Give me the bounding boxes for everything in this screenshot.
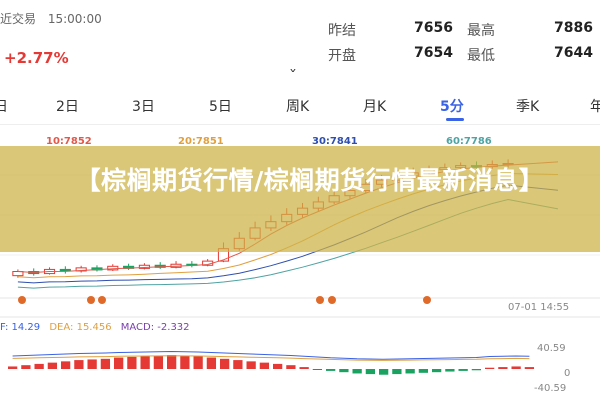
macd-value-label: MACD: -2.332 [120,322,190,333]
macd-bar [127,356,137,369]
macd-bar [34,363,44,369]
macd-bar [405,369,415,374]
macd-bar [339,369,349,373]
event-marker [423,296,431,304]
macd-bar [352,369,362,374]
event-marker [98,296,106,304]
macd-bar [471,369,482,371]
macd-bar [524,367,535,369]
macd-bar [47,362,58,369]
macd-bar [365,369,376,375]
macd-bar [432,369,442,373]
macd-bar [246,361,256,369]
macd-bar [259,362,270,369]
macd-dea-label: DEA: 15.456 [49,322,112,333]
macd-bar [299,367,309,369]
macd-bar [498,367,508,369]
event-marker [18,296,26,304]
macd-bar [114,357,124,369]
macd-axis-zero: 0 [564,368,571,379]
macd-bar [21,365,31,369]
macd-legend: F: 14.29 DEA: 15.456 MACD: -2.332 [0,322,196,333]
macd-bar [193,356,203,369]
macd-bar [74,360,84,369]
event-marker [316,296,324,304]
macd-bar [418,369,429,373]
banner-title: 【棕榈期货行情/棕榈期货行情最新消息】 [75,166,545,195]
macd-bar [445,369,455,372]
macd-bar [485,367,495,369]
macd-bar [379,369,389,375]
macd-bar [180,355,190,369]
chart-timestamp: 07-01 14:55 [508,302,570,313]
macd-bar [153,355,164,369]
macd-bar [167,355,177,369]
macd-bar [273,363,283,369]
macd-axis-bottom: -40.59 [534,383,567,394]
macd-bar [392,369,402,375]
event-marker [328,296,336,304]
event-marker [87,296,95,304]
macd-axis-top: 40.59 [537,343,566,354]
macd-bar [326,369,336,371]
macd-bar [206,357,217,369]
macd-bar [140,356,150,369]
macd-bar [87,359,97,369]
macd-bar [8,366,18,369]
macd-bar [100,358,111,369]
macd-bar [233,360,243,369]
macd-bar [458,369,468,371]
macd-bar [511,366,521,369]
macd-bar [286,365,296,369]
article-banner: 【棕榈期货行情/棕榈期货行情最新消息】 [0,146,600,252]
macd-bar [61,361,71,369]
macd-bar [312,369,323,370]
macd-dif-label: F: 14.29 [0,322,41,333]
macd-bar [220,358,230,369]
